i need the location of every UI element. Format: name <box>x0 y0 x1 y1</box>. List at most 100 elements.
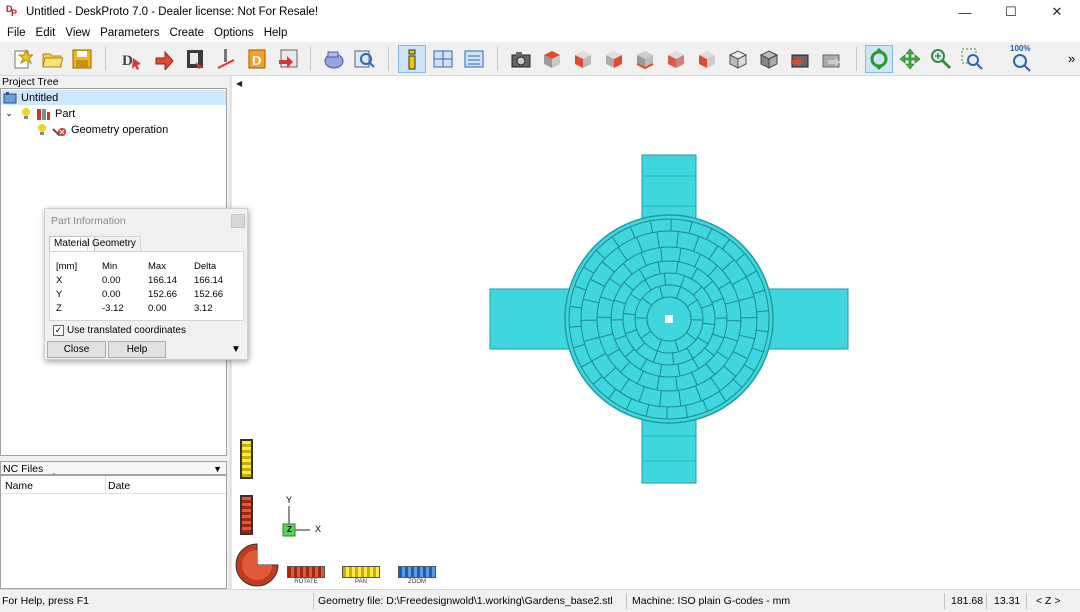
nc-files-dropdown-icon[interactable]: ▼ <box>213 462 222 476</box>
view-iso-button[interactable] <box>724 45 752 73</box>
status-coord-y: 13.31 <box>994 595 1021 607</box>
row-x-delta: 166.14 <box>194 275 224 286</box>
view-previous-button[interactable] <box>786 45 814 73</box>
dialog-close-icon[interactable] <box>231 214 245 228</box>
column-name[interactable]: Name <box>5 480 33 492</box>
rotate-dial-icon[interactable] <box>234 542 280 588</box>
cube-right-icon <box>606 51 622 68</box>
operation-button[interactable] <box>150 45 178 73</box>
row-y-max: 152.66 <box>148 289 178 300</box>
view-camera-button[interactable] <box>507 45 535 73</box>
cube-left-icon <box>699 51 715 68</box>
row-z-delta: 3.12 <box>194 303 213 314</box>
nc-files-header: NC Files ▼ <box>0 461 227 475</box>
create-nc-icon: D <box>248 49 266 69</box>
zoom-100-button[interactable]: 100% <box>1008 44 1036 73</box>
tree-item-geometry-operation[interactable]: Geometry operation <box>33 122 168 137</box>
view-next-button[interactable] <box>817 45 845 73</box>
help-button[interactable]: Help <box>108 341 166 358</box>
zoom-window-icon <box>961 48 983 70</box>
menu-edit[interactable]: Edit <box>31 27 61 39</box>
window-title: Untitled - DeskProto 7.0 - Dealer licens… <box>26 6 319 18</box>
menu-file[interactable]: File <box>2 27 31 39</box>
window-list-icon <box>464 50 484 68</box>
rotate-slider-vertical[interactable] <box>240 495 253 535</box>
translated-coordinates-checkbox[interactable]: ✓ <box>53 325 64 336</box>
chevron-down-icon[interactable]: ⌄ <box>3 108 15 119</box>
save-nc-button[interactable] <box>274 45 302 73</box>
3d-viewport[interactable]: ◀ Y Z X ROTATE PAN ZOOM <box>232 76 1080 589</box>
app-logo-icon: DP <box>6 4 18 18</box>
save-nc-icon <box>279 49 298 68</box>
pan-mode-button[interactable] <box>896 45 924 73</box>
column-date[interactable]: Date <box>108 480 130 492</box>
view-left-button[interactable] <box>693 45 721 73</box>
lightbulb-icon <box>22 107 30 119</box>
rotate-label: ROTATE <box>294 579 318 585</box>
status-machine: Machine: ISO plain G-codes - mm <box>632 595 791 607</box>
nc-files-title: NC Files <box>3 463 44 475</box>
zoom-slider[interactable] <box>240 439 253 479</box>
save-button[interactable] <box>68 45 96 73</box>
maximize-button[interactable]: ☐ <box>988 0 1034 24</box>
zoom-100-label: 100% <box>1010 44 1031 53</box>
preview-button[interactable] <box>350 45 378 73</box>
edit-part-button[interactable]: D <box>118 45 146 73</box>
cube-back-icon <box>668 51 684 68</box>
bitmap-operation-button[interactable] <box>182 45 210 73</box>
header-max: Max <box>148 261 166 272</box>
zoom-control[interactable] <box>398 566 436 578</box>
rotate-mode-button[interactable] <box>865 45 893 73</box>
zoom-window-button[interactable] <box>958 45 986 73</box>
zoom-mode-button[interactable] <box>927 45 955 73</box>
part-info-button[interactable] <box>398 45 426 73</box>
expand-down-icon[interactable]: ▼ <box>231 344 241 355</box>
view-iso2-button[interactable] <box>755 45 783 73</box>
svg-text:D: D <box>252 53 261 68</box>
part-information-dialog: Part Information Material Geometry [mm] … <box>44 208 248 360</box>
list-view-button[interactable] <box>460 45 488 73</box>
sort-indicator-icon: ⌃ <box>51 473 57 480</box>
close-button[interactable]: ✕ <box>1034 0 1080 24</box>
new-icon <box>14 48 33 69</box>
view-front-button[interactable] <box>569 45 597 73</box>
row-z-axis: Z <box>56 303 62 314</box>
menu-options[interactable]: Options <box>209 27 259 39</box>
model-render <box>489 154 849 484</box>
cube-iso-icon <box>728 50 748 69</box>
view-right-button[interactable] <box>600 45 628 73</box>
toolbar-overflow-button[interactable]: » <box>1068 51 1075 66</box>
minimize-button[interactable]: — <box>942 0 988 24</box>
status-axis: < Z > <box>1036 595 1061 607</box>
new-project-button[interactable] <box>8 45 36 73</box>
magnify-preview-icon <box>354 50 375 68</box>
split-view-button[interactable] <box>429 45 457 73</box>
tree-item-untitled[interactable]: Untitled <box>1 90 226 105</box>
menu-view[interactable]: View <box>60 27 95 39</box>
menu-parameters[interactable]: Parameters <box>95 27 164 39</box>
tab-geometry[interactable]: Geometry <box>87 236 141 251</box>
vector-operation-button[interactable] <box>212 45 240 73</box>
open-button[interactable] <box>38 45 66 73</box>
menu-help[interactable]: Help <box>259 27 293 39</box>
dialog-title: Part Information <box>51 215 126 227</box>
project-icon <box>3 91 17 103</box>
close-dialog-button[interactable]: Close <box>47 341 106 358</box>
menu-create[interactable]: Create <box>165 27 210 39</box>
header-unit: [mm] <box>56 261 78 272</box>
pan-control[interactable] <box>342 566 380 578</box>
row-y-axis: Y <box>56 289 63 300</box>
row-z-min: -3.12 <box>102 303 124 314</box>
create-nc-button[interactable]: D <box>243 45 271 73</box>
translated-coordinates-label: Use translated coordinates <box>67 325 186 336</box>
row-y-delta: 152.66 <box>194 289 224 300</box>
rotate-control[interactable] <box>287 566 325 578</box>
axis-indicator-icon <box>282 506 310 537</box>
view-back-button[interactable] <box>662 45 690 73</box>
tree-item-part[interactable]: ⌄ Part <box>1 106 75 121</box>
view-bottom-button[interactable] <box>631 45 659 73</box>
header-min: Min <box>102 261 118 272</box>
status-bar: For Help, press F1 Geometry file: D:\Fre… <box>0 589 1080 612</box>
simulation-button[interactable] <box>320 45 348 73</box>
view-top-button[interactable] <box>538 45 566 73</box>
